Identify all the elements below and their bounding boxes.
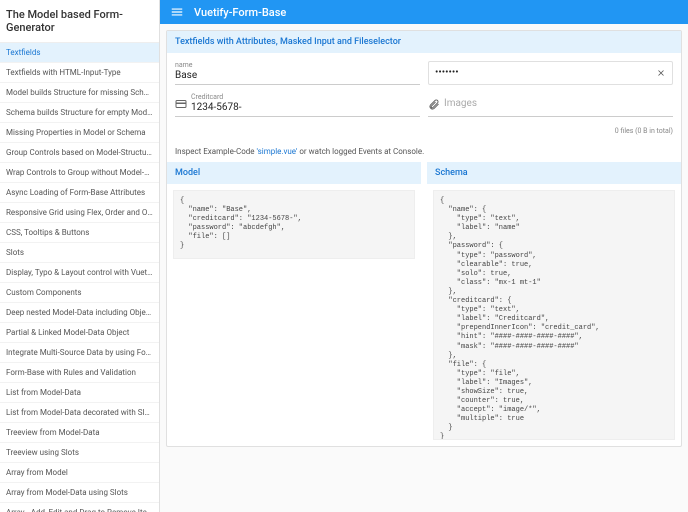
name-field[interactable]: name Base <box>175 61 420 85</box>
inspect-link[interactable]: 'simple.vue' <box>257 147 298 156</box>
nav-item[interactable]: Integrate Multi-Source Data by using For… <box>0 343 159 363</box>
nav-item[interactable]: Model builds Structure for missing Schem… <box>0 83 159 103</box>
file-status: 0 files (0 B in total) <box>167 125 681 141</box>
sidebar: The Model based Form-Generator Textfield… <box>0 0 160 512</box>
file-placeholder: Images <box>444 98 477 110</box>
creditcard-label: Creditcard <box>191 93 420 101</box>
schema-code: { "name": { "type": "text", "label": "na… <box>433 190 675 440</box>
nav-item[interactable]: Custom Components <box>0 283 159 303</box>
nav-item[interactable]: Textfields <box>0 43 159 63</box>
credit-card-icon <box>175 98 187 110</box>
nav-item[interactable]: Partial & Linked Model-Data Object <box>0 323 159 343</box>
inspect-prefix: Inspect Example-Code <box>175 147 257 156</box>
inspect-bar: Inspect Example-Code 'simple.vue' or wat… <box>167 141 681 162</box>
file-field[interactable]: Images <box>428 93 673 117</box>
nav-item[interactable]: Slots <box>0 243 159 263</box>
nav-item[interactable]: Form-Base with Rules and Validation <box>0 363 159 383</box>
inspect-suffix: or watch logged Events at Console. <box>297 147 424 156</box>
model-code: { "name": "Base", "creditcard": "1234-56… <box>173 190 415 259</box>
nav-item[interactable]: Display, Typo & Layout control with Vuet… <box>0 263 159 283</box>
appbar: Vuetify-Form-Base <box>160 0 688 24</box>
nav-item[interactable]: Missing Properties in Model or Schema <box>0 123 159 143</box>
menu-icon[interactable] <box>170 5 184 19</box>
nav-item[interactable]: Wrap Controls to Group without Model-Str… <box>0 163 159 183</box>
creditcard-value: 1234-5678- <box>191 102 420 114</box>
clear-icon[interactable] <box>652 68 666 78</box>
nav-list: TextfieldsTextfields with HTML-Input-Typ… <box>0 43 159 512</box>
nav-item[interactable]: Group Controls based on Model-Structure <box>0 143 159 163</box>
attachment-icon <box>428 98 440 110</box>
nav-item[interactable]: Treeview using Slots <box>0 443 159 463</box>
model-header: Model <box>167 162 421 184</box>
section-title: Textfields with Attributes, Masked Input… <box>167 31 681 53</box>
nav-item[interactable]: Schema builds Structure for empty Model-… <box>0 103 159 123</box>
name-value: Base <box>175 70 420 82</box>
schema-column: Schema { "name": { "type": "text", "labe… <box>427 162 681 446</box>
nav-item[interactable]: Array from Model <box>0 463 159 483</box>
model-column: Model { "name": "Base", "creditcard": "1… <box>167 162 421 446</box>
nav-item[interactable]: Async Loading of Form-Base Attributes <box>0 183 159 203</box>
nav-item[interactable]: List from Model-Data decorated with Slot… <box>0 403 159 423</box>
password-value: ••••••• <box>435 67 652 79</box>
nav-item[interactable]: Textfields with HTML-Input-Type <box>0 63 159 83</box>
appbar-title: Vuetify-Form-Base <box>194 6 286 19</box>
creditcard-field[interactable]: Creditcard 1234-5678- <box>175 93 420 117</box>
nav-item[interactable]: Array - Add, Edit and Drag to Remove Ite… <box>0 503 159 512</box>
nav-item[interactable]: Responsive Grid using Flex, Order and Of… <box>0 203 159 223</box>
nav-item[interactable]: CSS, Tooltips & Buttons <box>0 223 159 243</box>
nav-item[interactable]: Array from Model-Data using Slots <box>0 483 159 503</box>
sidebar-title: The Model based Form-Generator <box>0 0 159 43</box>
form-card: Textfields with Attributes, Masked Input… <box>166 30 682 447</box>
nav-item[interactable]: Treeview from Model-Data <box>0 423 159 443</box>
name-label: name <box>175 61 420 69</box>
nav-item[interactable]: List from Model-Data <box>0 383 159 403</box>
password-field[interactable]: ••••••• <box>428 61 673 85</box>
main: Vuetify-Form-Base Textfields with Attrib… <box>160 0 688 512</box>
nav-item[interactable]: Deep nested Model-Data including Objects… <box>0 303 159 323</box>
schema-header: Schema <box>427 162 681 184</box>
content: Textfields with Attributes, Masked Input… <box>160 24 688 512</box>
